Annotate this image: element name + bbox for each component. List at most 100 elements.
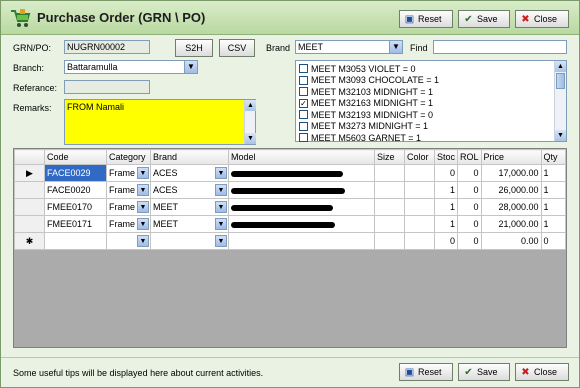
column-header-color[interactable]: Color: [404, 149, 435, 165]
remarks-scrollbar[interactable]: ▲ ▼: [244, 100, 256, 144]
checklist-item[interactable]: MEET M3093 CHOCOLATE = 1: [299, 75, 439, 86]
table-row[interactable]: FACE0020 Frame ▼ ACES ▼ 1 0 26,000.00 1: [14, 181, 566, 199]
chevron-down-icon[interactable]: ▼: [215, 218, 227, 230]
cell-model[interactable]: [228, 232, 375, 250]
chevron-down-icon[interactable]: ▼: [215, 184, 227, 196]
cell-brand[interactable]: ACES ▼: [150, 164, 229, 182]
column-header-price[interactable]: Price: [480, 149, 542, 165]
close-button-bottom[interactable]: ✖ Close: [515, 363, 569, 381]
cell-brand[interactable]: ACES ▼: [150, 181, 229, 199]
cell-code[interactable]: FACE0029: [44, 164, 107, 182]
scroll-thumb[interactable]: [556, 73, 565, 89]
cell-brand[interactable]: ▼: [150, 232, 229, 250]
column-header-category[interactable]: Category: [106, 149, 151, 165]
cell-qty[interactable]: 1: [540, 181, 566, 199]
cell-model[interactable]: [228, 215, 375, 233]
cell-code[interactable]: FMEE0171: [44, 215, 107, 233]
cell-category[interactable]: ▼: [106, 232, 151, 250]
column-header-brand[interactable]: Brand: [150, 149, 229, 165]
cell-rol[interactable]: 0: [457, 164, 482, 182]
cell-size[interactable]: [374, 215, 405, 233]
checkbox[interactable]: [299, 133, 308, 142]
chevron-down-icon[interactable]: ▼: [137, 235, 149, 247]
cell-stock[interactable]: 0: [433, 164, 459, 182]
scroll-up-icon[interactable]: ▲: [555, 61, 566, 72]
cell-price[interactable]: 26,000.00: [480, 181, 542, 199]
cell-stock[interactable]: 1: [433, 215, 459, 233]
chevron-down-icon[interactable]: ▼: [137, 167, 149, 179]
cell-price[interactable]: 28,000.00: [480, 198, 542, 216]
row-header[interactable]: [14, 215, 45, 233]
chevron-down-icon[interactable]: ▼: [215, 201, 227, 213]
row-header[interactable]: [14, 198, 45, 216]
column-header-size[interactable]: Size: [374, 149, 405, 165]
current-row-marker-icon[interactable]: ▶: [14, 164, 45, 182]
scroll-down-icon[interactable]: ▼: [245, 133, 256, 144]
cell-qty[interactable]: 0: [540, 232, 566, 250]
column-header-stock[interactable]: Stoc: [433, 149, 459, 165]
row-header[interactable]: [14, 181, 45, 199]
cell-code[interactable]: FMEE0170: [44, 198, 107, 216]
cell-rol[interactable]: 0: [457, 181, 482, 199]
find-input[interactable]: [433, 40, 567, 54]
cell-model[interactable]: [228, 198, 375, 216]
csv-button[interactable]: CSV: [219, 39, 255, 57]
remarks-textarea[interactable]: FROM Namali ▲ ▼: [64, 99, 256, 145]
cell-qty[interactable]: 1: [540, 198, 566, 216]
cell-color[interactable]: [404, 198, 435, 216]
cell-rol[interactable]: 0: [457, 232, 482, 250]
grn-field[interactable]: NUGRN00002: [64, 40, 150, 54]
close-button-top[interactable]: ✖ Close: [515, 10, 569, 28]
column-header-qty[interactable]: Qty: [540, 149, 566, 165]
chevron-down-icon[interactable]: ▼: [137, 184, 149, 196]
cell-model[interactable]: [228, 181, 375, 199]
checkbox[interactable]: [299, 64, 308, 73]
chevron-down-icon[interactable]: ▼: [215, 167, 227, 179]
checkbox[interactable]: [299, 75, 308, 85]
s2h-button[interactable]: S2H: [175, 39, 213, 57]
chevron-down-icon[interactable]: ▼: [137, 218, 149, 230]
chevron-down-icon[interactable]: ▼: [215, 235, 227, 247]
cell-category[interactable]: Frame ▼: [106, 164, 151, 182]
cell-color[interactable]: [404, 181, 435, 199]
save-button-top[interactable]: ✔ Save: [458, 10, 510, 28]
branch-select[interactable]: Battaramulla ▼: [64, 60, 198, 74]
column-header-code[interactable]: Code: [44, 149, 107, 165]
cell-code[interactable]: [44, 232, 107, 250]
checkbox[interactable]: [299, 121, 308, 131]
checklist-item[interactable]: MEET M3273 MIDNIGHT = 1: [299, 121, 428, 132]
table-row[interactable]: ▶ FACE0029 Frame ▼ ACES ▼ 0 0 17,000.00 1: [14, 164, 566, 182]
cell-category[interactable]: Frame ▼: [106, 181, 151, 199]
checklist-item[interactable]: MEET M32103 MIDNIGHT = 1: [299, 86, 433, 97]
new-row[interactable]: ✱ ▼ ▼ 0 0 0.00 0: [14, 232, 566, 250]
cell-size[interactable]: [374, 164, 405, 182]
table-row[interactable]: FMEE0170 Frame ▼ MEET ▼ 1 0 28,000.00 1: [14, 198, 566, 216]
cell-model[interactable]: [228, 164, 375, 182]
cell-price[interactable]: 0.00: [480, 232, 542, 250]
cell-qty[interactable]: 1: [540, 215, 566, 233]
chevron-down-icon[interactable]: ▼: [137, 201, 149, 213]
table-row[interactable]: FMEE0171 Frame ▼ MEET ▼ 1 0 21,000.00 1: [14, 215, 566, 233]
chevron-down-icon[interactable]: ▼: [184, 61, 197, 73]
checklist-scrollbar[interactable]: ▲ ▼: [554, 61, 566, 141]
column-header-rol[interactable]: ROL: [457, 149, 482, 165]
scroll-up-icon[interactable]: ▲: [245, 100, 256, 111]
scroll-down-icon[interactable]: ▼: [555, 130, 566, 141]
reference-field[interactable]: [64, 80, 150, 94]
cell-rol[interactable]: 0: [457, 215, 482, 233]
cell-brand[interactable]: MEET ▼: [150, 198, 229, 216]
reset-button-top[interactable]: ▣ Reset: [399, 10, 453, 28]
cell-price[interactable]: 17,000.00: [480, 164, 542, 182]
cell-size[interactable]: [374, 198, 405, 216]
model-checklist[interactable]: MEET M3053 VIOLET = 0 MEET M3093 CHOCOLA…: [295, 60, 567, 143]
cell-qty[interactable]: 1: [540, 164, 566, 182]
cell-code[interactable]: FACE0020: [44, 181, 107, 199]
cell-stock[interactable]: 0: [433, 232, 459, 250]
cell-size[interactable]: [374, 181, 405, 199]
checklist-item[interactable]: ✓ MEET M32163 MIDNIGHT = 1: [299, 98, 433, 109]
cell-size[interactable]: [374, 232, 405, 250]
new-row-asterisk-icon[interactable]: ✱: [14, 232, 45, 250]
checkbox[interactable]: [299, 87, 308, 96]
reset-button-bottom[interactable]: ▣ Reset: [399, 363, 453, 381]
brand-select[interactable]: MEET ▼: [295, 40, 403, 54]
